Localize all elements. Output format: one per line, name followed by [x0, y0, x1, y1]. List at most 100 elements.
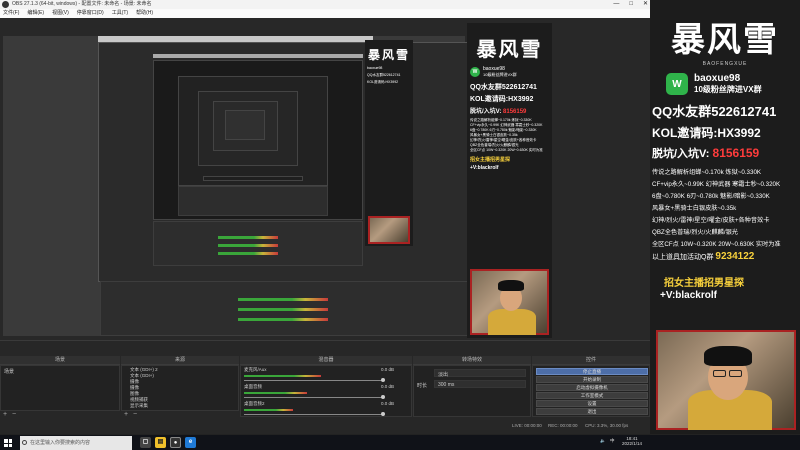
cam-hair [498, 280, 524, 291]
mixer-volume-knob[interactable] [381, 412, 385, 416]
menu-view[interactable]: 视图(V) [52, 9, 69, 18]
poster-pit-label: 脱坑/入坑V: [652, 148, 710, 160]
browser-icon[interactable]: e [185, 437, 196, 448]
nested-obs-meter-3 [238, 318, 328, 321]
nested-strip [203, 176, 303, 181]
menu-edit[interactable]: 编辑(E) [27, 9, 44, 18]
duration-input[interactable]: 300 ms [434, 380, 526, 388]
nested-meter-1 [218, 236, 278, 239]
poster-logo: 暴风雪 [671, 20, 779, 60]
controls-panel: 停止直播 开始录制 启动虚拟摄像机 工作室模式 设置 退出 [532, 365, 650, 417]
poster-price-list: 传说之路解析组蝉~0.170k 炼狱~0.330K CF+vip永久~0.99K… [652, 167, 798, 264]
mixer-volume-slider[interactable] [244, 380, 384, 381]
obs-taskbar-icon[interactable]: ● [170, 437, 181, 448]
remove-source-button[interactable]: − [133, 411, 137, 418]
nested-poster-pit-value: 8156159 [503, 109, 527, 115]
settings-button[interactable]: 设置 [536, 400, 648, 407]
menubar: 文件(F) 编辑(E) 视图(V) 停靠窗口(D) 工具(T) 帮助(H) [0, 9, 650, 18]
virtual-camera-button[interactable]: 启动虚拟摄像机 [536, 384, 648, 391]
poster-price-4: 幻神/烈火/雷神/星空/曜金/皮肤+各种音效卡 [652, 217, 770, 224]
mixer-volume-slider[interactable] [244, 414, 384, 415]
poster-price-3: 风暴女+黑骑士白银皮肤~0.35k [652, 205, 737, 212]
task-view-icon[interactable]: ▢ [140, 437, 151, 448]
scenes-list[interactable]: 场景 [0, 365, 120, 411]
cam-glasses-right [729, 370, 742, 377]
menu-tools[interactable]: 工具(T) [112, 9, 128, 18]
source-item[interactable]: 显示采集 [130, 403, 148, 409]
start-recording-button[interactable]: 开始录制 [536, 376, 648, 383]
mixer-dock-header: 混音器 [240, 356, 412, 365]
mixer-volume-knob[interactable] [381, 378, 385, 382]
poster-price-0: 传说之路解析组蝉~0.170k 炼狱~0.330K [652, 169, 762, 176]
webcam-feed [656, 330, 796, 430]
mixer-track-name: 桌面音频 [244, 384, 262, 389]
menu-help[interactable]: 帮助(H) [136, 9, 153, 18]
poster-price-5: QBZ全色普瑞/烈火/火麒麟/银光 [652, 229, 738, 236]
poster-pit-value: 8156159 [712, 146, 760, 160]
transition-select[interactable]: 淡出 [434, 369, 526, 378]
stop-streaming-button[interactable]: 停止直播 [536, 368, 648, 375]
transition-select-value: 淡出 [438, 372, 449, 378]
duration-value: 300 ms [438, 382, 455, 388]
nested-poster-wechat-note: 10级粉丝牌进VX群 [483, 72, 517, 77]
mixer-track-db: 0.0 dB [381, 401, 395, 406]
close-button[interactable]: ✕ [643, 0, 648, 9]
minimize-button[interactable]: — [613, 0, 619, 9]
nested-poster-logo-medium: 暴风雪 [476, 37, 543, 61]
taskbar-search-input[interactable]: 在这里输入你要搜索的内容 [20, 436, 132, 450]
nested-poster-kol-medium: KOL邀请码:HX3992 [470, 96, 534, 103]
poster-wechat-note: 10级粉丝牌进VX群 [694, 85, 762, 94]
mixer-volume-knob[interactable] [381, 395, 385, 399]
exit-button[interactable]: 退出 [536, 408, 648, 415]
mixer-track-name: 桌面音频2 [244, 401, 265, 406]
poster-price-1: CF+vip永久~0.99K 幻神武器 寒霜士秒~0.320K [652, 181, 781, 188]
nested-docks-2 [178, 186, 328, 216]
poster-wechat-id: baoxue98 [694, 73, 741, 84]
preview-canvas[interactable]: 暴风雪 baoxue98 QQ水友群522612741 KOL邀请码:HX399… [0, 18, 650, 340]
poster-qq-group: QQ水友群522612741 [652, 104, 777, 119]
folder-icon[interactable]: ▤ [155, 437, 166, 448]
remove-scene-button[interactable]: − [12, 411, 16, 418]
mixer-track-name: 麦克风/Aux [244, 367, 267, 372]
window-title: OBS 27.1.3 (64-bit, windows) - 配置文件: 未命名… [12, 1, 152, 7]
poster-price-2: 6盘~0.780K 6刃~0.780k 魅影/暗影~0.330K [652, 193, 770, 200]
menu-docks[interactable]: 停靠窗口(D) [77, 9, 104, 18]
obs-icon [2, 1, 9, 8]
studio-mode-button[interactable]: 工作室模式 [536, 392, 648, 399]
wechat-icon: W [666, 73, 688, 95]
transitions-dock-header: 转场特效 [413, 356, 531, 365]
menu-file[interactable]: 文件(F) [3, 9, 19, 18]
mixer-level-bar [244, 375, 321, 377]
nested-obs-meter-1 [238, 298, 328, 301]
taskbar-clock[interactable]: 18:41 2022/1/14 [622, 436, 642, 446]
nested-poster-qq-medium: QQ水友群522612741 [470, 84, 537, 91]
sources-dock-header: 来源 [121, 356, 239, 365]
cam-shirt [488, 309, 536, 335]
speaker-icon[interactable]: 🔈 [600, 438, 606, 444]
sources-list[interactable]: 文本 (GDI+) 2 文本 (GDI+) 摄像 摄像 图像 视频捕获 显示采集 [121, 365, 239, 411]
poster-recruit: 招女主播招男星探 [664, 278, 744, 289]
add-source-button[interactable]: + [124, 411, 128, 418]
nested-poster-camera [368, 216, 410, 244]
windows-start-icon[interactable] [4, 439, 12, 447]
poster-price-6: 全区CF点 10W~0.320K 20W~0.630K 实时为准 [652, 241, 781, 248]
nested-preview-6 [225, 110, 265, 140]
windows-taskbar: 在这里输入你要搜索的内容 ▢ ▤ ● e 🔈 中 18:41 2022/1/14 [0, 434, 800, 450]
transitions-panel: 淡出 时长 300 ms [413, 365, 531, 417]
mixer-track-db: 0.0 dB [381, 384, 395, 389]
mixer-volume-slider[interactable] [244, 397, 384, 398]
add-scene-button[interactable]: + [3, 411, 7, 418]
controls-dock-header: 控件 [532, 356, 650, 365]
maximize-button[interactable]: □ [629, 0, 633, 9]
window-titlebar: OBS 27.1.3 (64-bit, windows) - 配置文件: 未命名… [0, 0, 650, 9]
cam-hair [704, 346, 752, 366]
screen: OBS 27.1.3 (64-bit, windows) - 配置文件: 未命名… [0, 0, 800, 450]
duration-label: 时长 [417, 383, 428, 389]
input-language[interactable]: 中 [610, 438, 615, 444]
nested-poster-qq: QQ水友群522612741 [367, 73, 401, 77]
cam-glasses-left [713, 370, 726, 377]
scene-item[interactable]: 场景 [4, 368, 14, 375]
nested-poster-price-6: 全区CF点 10W~0.320K 20W~0.630K 实时为准 [470, 148, 543, 152]
nested-meter-3 [218, 252, 278, 255]
poster-logo-sub: BAOFENGXUE [702, 61, 748, 67]
